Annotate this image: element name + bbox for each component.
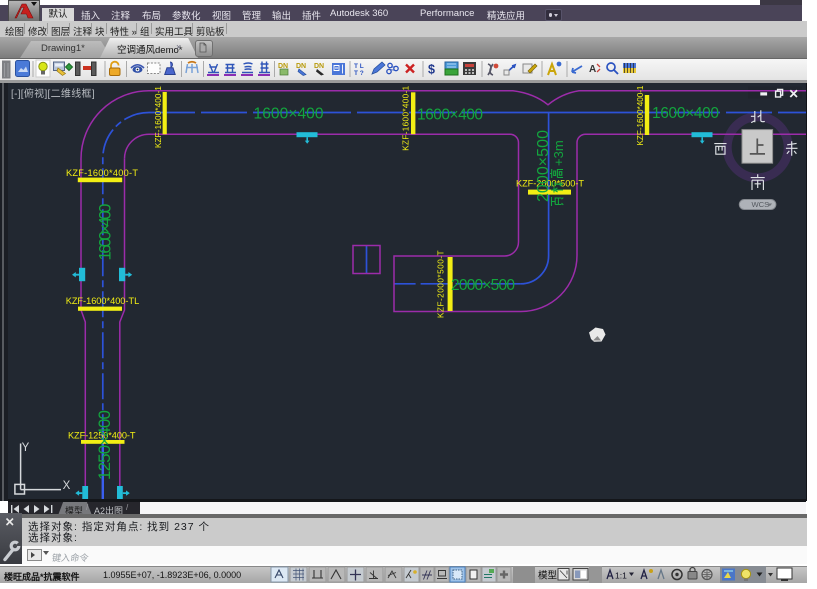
svg-text:1600×400: 1600×400	[652, 105, 719, 122]
svg-text:WCS: WCS	[752, 200, 770, 209]
svg-text:Y: Y	[22, 442, 30, 454]
svg-text:1600×400: 1600×400	[254, 105, 324, 122]
svg-text:2000×500: 2000×500	[451, 277, 515, 294]
svg-text:KZF-1600*400-T: KZF-1600*400-T	[66, 168, 138, 178]
svg-text:KZF-1600*400-TL: KZF-1600*400-TL	[66, 296, 140, 306]
svg-text:2000×500: 2000×500	[535, 130, 552, 202]
svg-text:1600×400: 1600×400	[417, 107, 483, 124]
svg-text:X: X	[63, 480, 71, 492]
svg-text:[-][俯视][二维线框]: [-][俯视][二维线框]	[11, 87, 95, 100]
svg-text:1:1: 1:1	[615, 571, 627, 581]
svg-text:KZF-1600*400-1: KZF-1600*400-1	[154, 86, 163, 148]
svg-text:+3m: +3m	[551, 140, 566, 166]
svg-text:模型: 模型	[538, 570, 558, 582]
svg-text:KZF-2000*500-T: KZF-2000*500-T	[437, 251, 446, 319]
svg-text:KZF-1600*400-1: KZF-1600*400-1	[402, 85, 411, 150]
svg-text:1600×400: 1600×400	[96, 204, 115, 261]
svg-text:1250×400: 1250×400	[95, 410, 114, 480]
svg-text:KZF-1600*400-1: KZF-1600*400-1	[636, 85, 645, 145]
